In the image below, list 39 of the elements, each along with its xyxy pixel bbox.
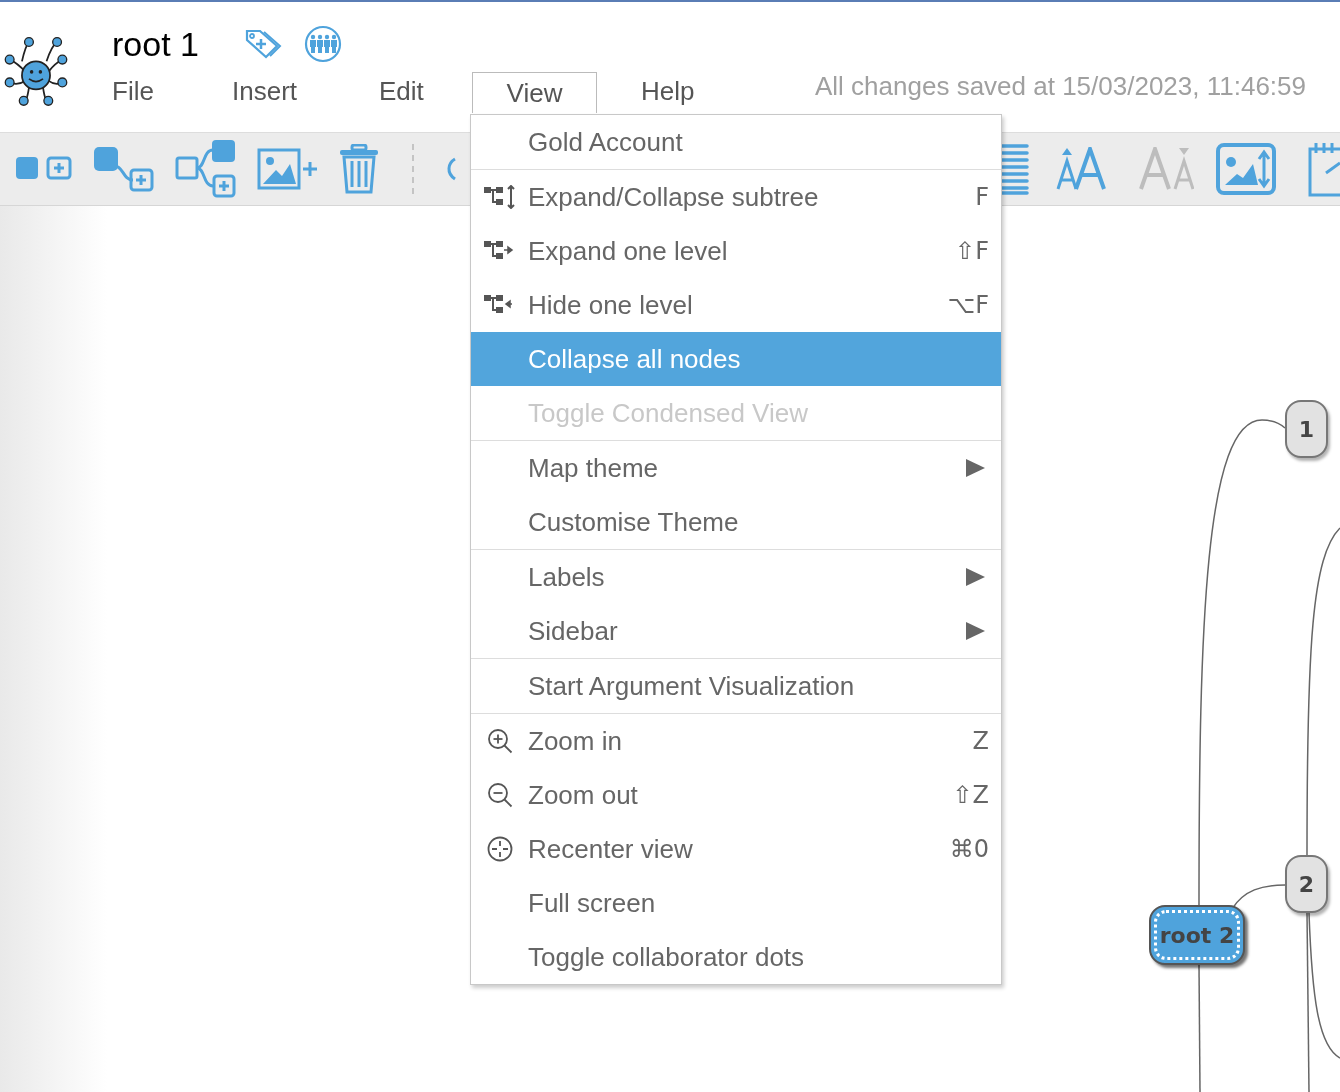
menu-tab[interactable]: Insert xyxy=(232,71,379,112)
root-node[interactable]: root 2 xyxy=(1149,905,1245,965)
menu-tab[interactable]: File xyxy=(112,71,232,112)
menu-item[interactable]: Labels xyxy=(471,550,1001,604)
menu-item[interactable]: Sidebar xyxy=(471,604,1001,658)
menu-item[interactable]: Recenter view ⌘0 xyxy=(471,822,1001,876)
add-image-icon[interactable] xyxy=(257,147,319,191)
zoom-in-icon xyxy=(486,728,513,754)
menu-item[interactable]: Expand/Collapse subtree F xyxy=(471,170,1001,224)
topic-node[interactable]: 1 xyxy=(1285,400,1328,458)
menu-item[interactable]: Zoom out ⇧Z xyxy=(471,768,1001,822)
menu-item[interactable]: Toggle collaborator dots xyxy=(471,930,1001,984)
people-icon[interactable] xyxy=(303,25,342,63)
menu-item[interactable]: Customise Theme xyxy=(471,495,1001,549)
menu-item[interactable]: Gold Account xyxy=(471,115,1001,169)
add-node-icon[interactable] xyxy=(15,155,73,183)
topic-node[interactable]: 2 xyxy=(1285,855,1328,913)
menu-item[interactable]: Hide one level ⌥F xyxy=(471,278,1001,332)
notepad-icon[interactable] xyxy=(1308,141,1340,197)
lines-icon[interactable] xyxy=(1001,143,1029,195)
tree-toggle-icon xyxy=(483,185,516,209)
menu-item[interactable]: Expand one level ⇧F xyxy=(471,224,1001,278)
menu-item[interactable]: Zoom in Z xyxy=(471,714,1001,768)
menu-item[interactable]: Map theme xyxy=(471,441,1001,495)
trash-icon[interactable] xyxy=(339,144,379,194)
recenter-icon xyxy=(486,836,513,862)
menu-tab[interactable]: Edit xyxy=(379,71,472,112)
menu-tab[interactable]: Help xyxy=(597,71,707,112)
arc-icon[interactable] xyxy=(445,157,457,181)
image-resize-icon[interactable] xyxy=(1216,143,1276,195)
menu-tab[interactable]: View xyxy=(472,72,597,113)
save-status: All changes saved at 15/03/2023, 11:46:59 xyxy=(815,70,1306,103)
add-child-icon[interactable] xyxy=(93,146,155,192)
zoom-out-icon xyxy=(486,782,513,808)
add-sibling-icon[interactable] xyxy=(175,139,237,199)
menu-item[interactable]: Start Argument Visualization xyxy=(471,659,1001,713)
tag-plus-icon[interactable] xyxy=(243,28,282,60)
document-title[interactable]: root 1 xyxy=(112,18,199,70)
menu-item[interactable]: Full screen xyxy=(471,876,1001,930)
